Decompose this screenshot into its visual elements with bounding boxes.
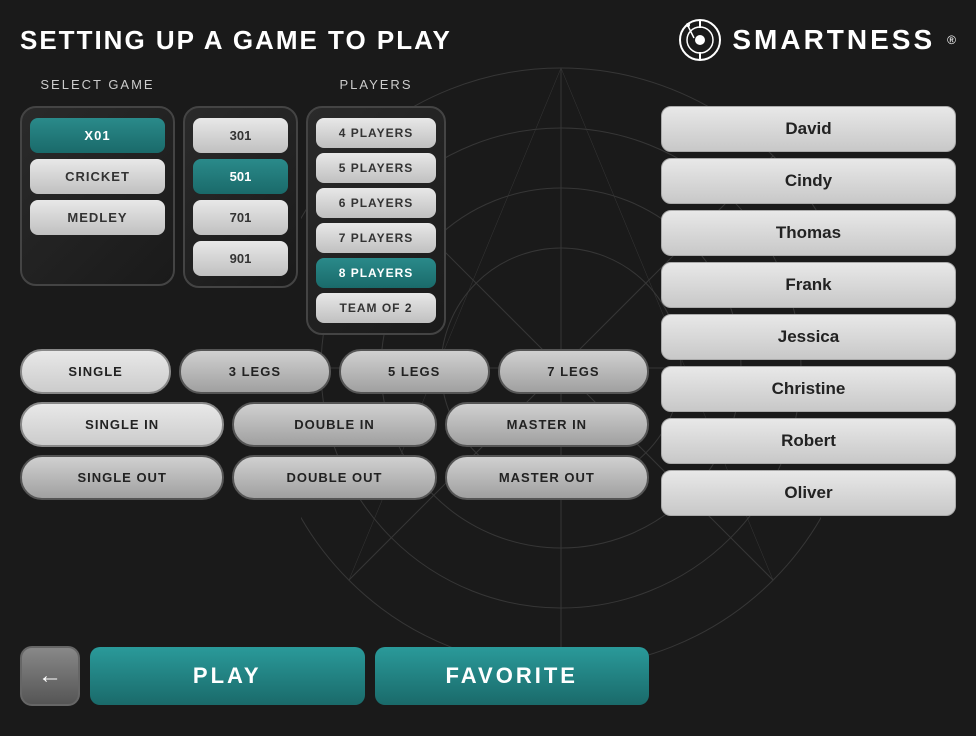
- game-type-cricket[interactable]: CRICKET: [30, 159, 165, 194]
- double-out-btn[interactable]: DOUBLE OUT: [232, 455, 436, 500]
- legs-row: SINGLE 3 LEGS 5 LEGS 7 LEGS: [20, 349, 649, 394]
- player-oliver[interactable]: Oliver: [661, 470, 956, 516]
- 7-legs-btn[interactable]: 7 LEGS: [498, 349, 649, 394]
- left-panel: SELECT GAME PLAYERS X01 CRICKET MEDLEY 3…: [20, 76, 649, 706]
- master-in-btn[interactable]: MASTER IN: [445, 402, 649, 447]
- game-type-medley[interactable]: MEDLEY: [30, 200, 165, 235]
- play-button[interactable]: PLAY: [90, 647, 365, 705]
- logo-text: SMARTNESS: [732, 24, 935, 56]
- select-game-label: SELECT GAME: [40, 77, 154, 92]
- players-count-panel: 4 PLAYERS 5 PLAYERS 6 PLAYERS 7 PLAYERS …: [306, 106, 446, 335]
- single-out-btn[interactable]: SINGLE OUT: [20, 455, 224, 500]
- score-301[interactable]: 301: [193, 118, 288, 153]
- 5-legs-btn[interactable]: 5 LEGS: [339, 349, 490, 394]
- game-type-panel: X01 CRICKET MEDLEY: [20, 106, 175, 286]
- player-thomas[interactable]: Thomas: [661, 210, 956, 256]
- logo-icon: [678, 18, 722, 62]
- bottom-buttons: SINGLE 3 LEGS 5 LEGS 7 LEGS SINGLE IN DO…: [20, 349, 649, 500]
- out-row: SINGLE OUT DOUBLE OUT MASTER OUT: [20, 455, 649, 500]
- player-frank[interactable]: Frank: [661, 262, 956, 308]
- player-cindy[interactable]: Cindy: [661, 158, 956, 204]
- page-title: SETTING UP A GAME TO PLAY: [20, 25, 452, 56]
- back-arrow-icon: ←: [38, 662, 62, 690]
- double-in-btn[interactable]: DOUBLE IN: [232, 402, 436, 447]
- score-501[interactable]: 501: [193, 159, 288, 194]
- master-out-btn[interactable]: MASTER OUT: [445, 455, 649, 500]
- single-leg-btn[interactable]: SINGLE: [20, 349, 171, 394]
- favorite-button[interactable]: FAVORITE: [375, 647, 650, 705]
- single-in-btn[interactable]: SINGLE IN: [20, 402, 224, 447]
- players-list: David Cindy Thomas Frank Jessica Christi…: [661, 76, 956, 706]
- player-count-4[interactable]: 4 PLAYERS: [316, 118, 436, 148]
- panels-row: X01 CRICKET MEDLEY 301 501 701 901 4 PLA…: [20, 106, 649, 335]
- score-701[interactable]: 701: [193, 200, 288, 235]
- back-button[interactable]: ←: [20, 646, 80, 706]
- logo: SMARTNESS ®: [678, 18, 956, 62]
- logo-registered: ®: [947, 33, 956, 47]
- player-count-team2[interactable]: TEAM OF 2: [316, 293, 436, 323]
- player-robert[interactable]: Robert: [661, 418, 956, 464]
- action-row: ← PLAY FAVORITE: [20, 646, 649, 706]
- score-panel: 301 501 701 901: [183, 106, 298, 288]
- player-david[interactable]: David: [661, 106, 956, 152]
- player-count-6[interactable]: 6 PLAYERS: [316, 188, 436, 218]
- player-christine[interactable]: Christine: [661, 366, 956, 412]
- game-type-x01[interactable]: X01: [30, 118, 165, 153]
- player-jessica[interactable]: Jessica: [661, 314, 956, 360]
- player-count-7[interactable]: 7 PLAYERS: [316, 223, 436, 253]
- score-901[interactable]: 901: [193, 241, 288, 276]
- players-label: PLAYERS: [339, 77, 412, 92]
- player-count-8[interactable]: 8 PLAYERS: [316, 258, 436, 288]
- 3-legs-btn[interactable]: 3 LEGS: [179, 349, 330, 394]
- player-count-5[interactable]: 5 PLAYERS: [316, 153, 436, 183]
- in-row: SINGLE IN DOUBLE IN MASTER IN: [20, 402, 649, 447]
- main-content: SELECT GAME PLAYERS X01 CRICKET MEDLEY 3…: [20, 76, 956, 706]
- header: SETTING UP A GAME TO PLAY SMARTNESS ®: [20, 18, 956, 62]
